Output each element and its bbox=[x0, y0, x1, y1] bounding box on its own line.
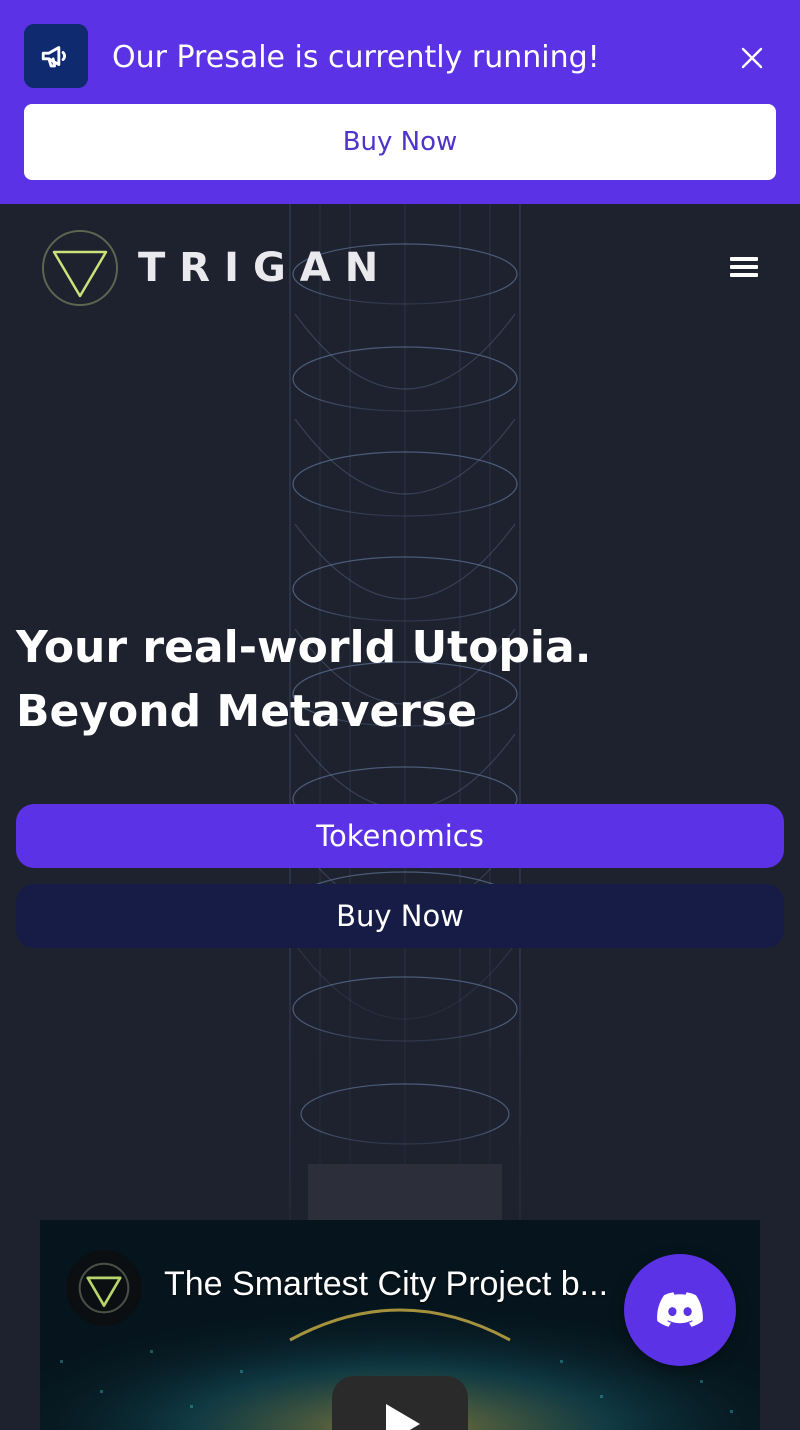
tokenomics-button[interactable]: Tokenomics bbox=[16, 804, 784, 868]
discord-button[interactable] bbox=[624, 1254, 736, 1366]
discord-icon bbox=[657, 1292, 703, 1327]
hero-section: TRIGAN Your real-world Utopia. Beyond Me… bbox=[0, 204, 800, 1220]
headline-line-2: Beyond Metaverse bbox=[16, 686, 478, 737]
video-title[interactable]: The Smartest City Project b... bbox=[164, 1262, 608, 1306]
headline-line-1: Your real-world Utopia. bbox=[16, 622, 592, 673]
logo-wordmark: TRIGAN bbox=[138, 245, 393, 291]
trigan-logo[interactable]: TRIGAN bbox=[40, 226, 392, 310]
hero-buy-now-button[interactable]: Buy Now bbox=[16, 884, 784, 948]
hamburger-menu-icon[interactable] bbox=[724, 250, 764, 284]
banner-message: Our Presale is currently running! bbox=[112, 40, 600, 75]
banner-buy-now-button[interactable]: Buy Now bbox=[24, 104, 776, 180]
channel-avatar[interactable] bbox=[66, 1250, 142, 1326]
megaphone-icon bbox=[24, 24, 88, 88]
triangle-logo-icon bbox=[42, 230, 118, 306]
hero-headline: Your real-world Utopia. Beyond Metaverse bbox=[16, 616, 776, 744]
play-icon[interactable] bbox=[332, 1376, 468, 1430]
close-icon[interactable] bbox=[734, 40, 770, 76]
triangle-logo-icon bbox=[78, 1262, 130, 1314]
presale-banner: Our Presale is currently running! Buy No… bbox=[0, 0, 800, 204]
